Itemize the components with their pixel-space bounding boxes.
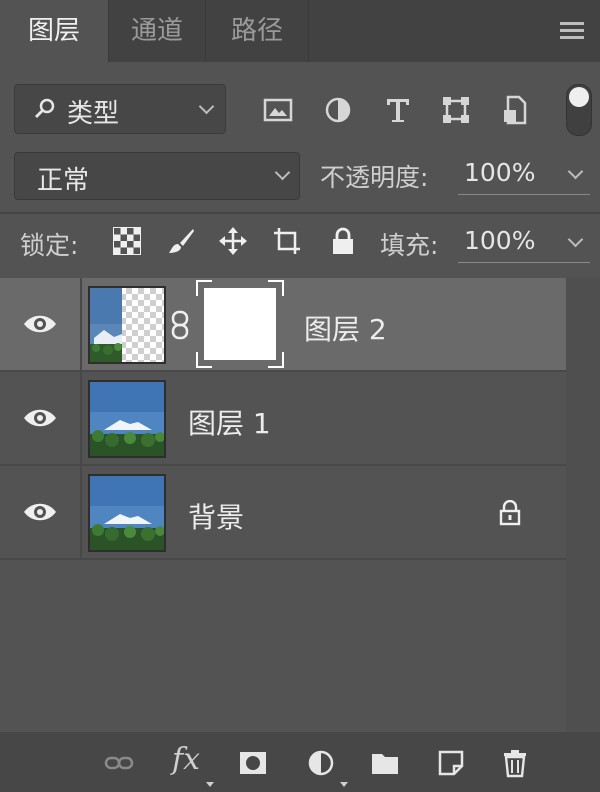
eye-icon[interactable] bbox=[22, 500, 58, 524]
type-filter-icon[interactable] bbox=[382, 94, 414, 126]
layer-name: 背景 bbox=[188, 501, 245, 534]
opacity-chevron-icon[interactable] bbox=[567, 163, 584, 180]
section-divider bbox=[0, 212, 600, 214]
lock-artboard-icon[interactable] bbox=[272, 226, 302, 256]
eye-icon[interactable] bbox=[22, 312, 58, 336]
mask-fill bbox=[204, 288, 276, 360]
fx-icon[interactable]: fx bbox=[172, 742, 200, 777]
eye-icon[interactable] bbox=[22, 406, 58, 430]
chevron-down-icon bbox=[198, 98, 215, 115]
mask-corner bbox=[268, 280, 284, 296]
tab-paths[interactable]: 路径 bbox=[206, 0, 308, 62]
layer-thumbnail[interactable] bbox=[88, 380, 166, 458]
shape-filter-icon[interactable] bbox=[440, 94, 472, 126]
layer-thumbnail[interactable] bbox=[88, 286, 166, 364]
lock-all-icon[interactable] bbox=[328, 226, 358, 256]
layer-row-background[interactable]: 背景 bbox=[0, 466, 566, 560]
blend-mode-dropdown[interactable]: 正常 bbox=[14, 152, 300, 200]
layer-row-layer-2[interactable]: 图层 2 bbox=[0, 278, 566, 372]
visibility-cell[interactable] bbox=[0, 372, 82, 464]
adjustment-filter-icon[interactable] bbox=[322, 94, 354, 126]
visibility-cell[interactable] bbox=[0, 466, 82, 558]
panel-menu-icon[interactable] bbox=[560, 22, 584, 40]
layer-thumbnail[interactable] bbox=[88, 474, 166, 552]
blend-mode-value: 正常 bbox=[37, 166, 90, 196]
adjustment-layer-icon[interactable] bbox=[306, 748, 336, 778]
layer-row-layer-1[interactable]: 图层 1 bbox=[0, 372, 566, 466]
layer-lock-icon[interactable] bbox=[498, 500, 522, 526]
tab-layers[interactable]: 图层 bbox=[0, 0, 108, 62]
tab-channels[interactable]: 通道 bbox=[109, 0, 205, 62]
layer-name: 图层 2 bbox=[304, 313, 387, 346]
lock-position-icon[interactable] bbox=[218, 226, 248, 256]
link-layers-icon[interactable] bbox=[104, 748, 134, 778]
mask-corner bbox=[196, 280, 212, 296]
layer-mask-thumbnail[interactable] bbox=[196, 280, 284, 368]
new-layer-icon[interactable] bbox=[436, 748, 466, 778]
chevron-down-icon bbox=[274, 164, 291, 181]
fill-underline bbox=[458, 262, 590, 263]
fill-label: 填充: bbox=[380, 231, 439, 260]
filter-kind-label: 类型 bbox=[67, 99, 120, 129]
smart-object-filter-icon[interactable] bbox=[500, 94, 532, 126]
layers-scrollbar[interactable] bbox=[566, 278, 600, 732]
filter-toggle-switch[interactable] bbox=[566, 84, 592, 136]
fx-menu-indicator-icon bbox=[206, 782, 214, 787]
image-filter-icon[interactable] bbox=[262, 94, 294, 126]
add-mask-icon[interactable] bbox=[238, 748, 268, 778]
adjustment-menu-indicator-icon bbox=[340, 782, 348, 787]
lock-transparent-pixels-icon[interactable] bbox=[112, 226, 142, 256]
search-icon bbox=[35, 98, 55, 118]
layer-name: 图层 1 bbox=[188, 407, 271, 440]
opacity-label: 不透明度: bbox=[320, 163, 429, 192]
visibility-cell[interactable] bbox=[0, 278, 82, 370]
opacity-input[interactable]: 100% bbox=[464, 158, 535, 187]
opacity-underline bbox=[458, 194, 590, 195]
new-group-icon[interactable] bbox=[370, 748, 400, 778]
filter-kind-dropdown[interactable]: 类型 bbox=[14, 84, 226, 134]
lock-label: 锁定: bbox=[20, 231, 79, 260]
mask-link-icon[interactable] bbox=[170, 310, 190, 340]
fill-chevron-icon[interactable] bbox=[567, 231, 584, 248]
mask-corner bbox=[196, 352, 212, 368]
mask-corner bbox=[268, 352, 284, 368]
panel-tab-bar: 图层 通道 路径 bbox=[0, 0, 600, 62]
toggle-knob bbox=[569, 87, 589, 107]
tab-separator bbox=[308, 0, 309, 62]
fill-input[interactable]: 100% bbox=[464, 226, 535, 255]
lock-image-pixels-icon[interactable] bbox=[166, 226, 196, 256]
delete-layer-icon[interactable] bbox=[500, 748, 530, 778]
